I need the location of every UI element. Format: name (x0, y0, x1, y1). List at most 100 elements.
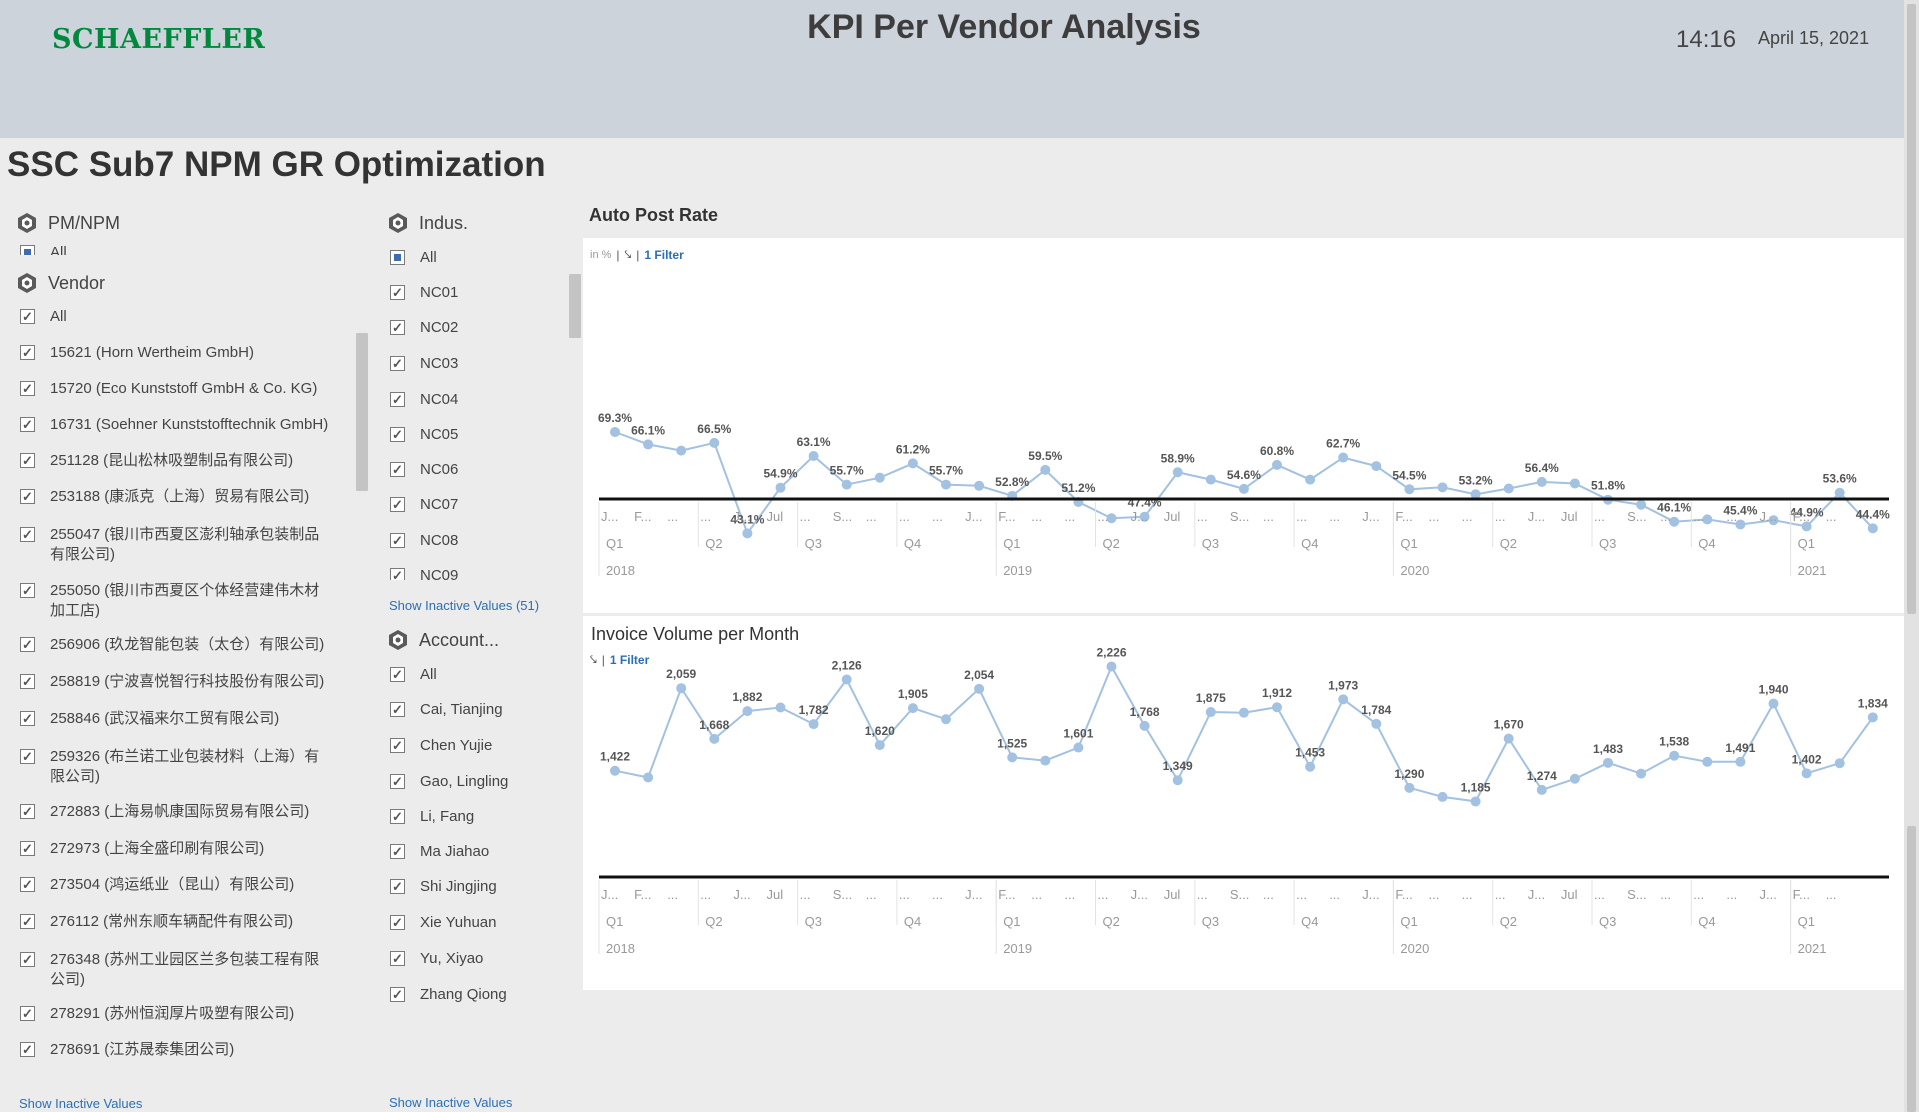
auto-post-data-point[interactable] (709, 437, 720, 448)
account-checkbox[interactable] (390, 842, 405, 862)
invoice-data-point[interactable] (1636, 768, 1647, 779)
vendor-checkbox[interactable] (20, 912, 35, 932)
auto-post-data-point[interactable] (1867, 523, 1878, 534)
auto-post-data-point[interactable] (1569, 478, 1580, 489)
vendor-option[interactable]: 259326 (布兰诺工业包装材料（上海）有限公司) (20, 747, 330, 787)
vendor-option[interactable]: 258846 (武汉福来尔工贸有限公司) (20, 709, 330, 729)
account-checkbox[interactable] (390, 772, 405, 792)
vendor-option[interactable]: 272973 (上海全盛印刷有限公司) (20, 839, 330, 859)
auto-post-data-point[interactable] (808, 451, 819, 462)
invoice-data-point[interactable] (1139, 720, 1150, 731)
invoice-data-point[interactable] (1371, 718, 1382, 729)
vendor-checkbox[interactable] (20, 1004, 35, 1024)
industry-checkbox[interactable] (390, 390, 405, 410)
invoice-data-point[interactable] (709, 733, 720, 744)
auto-post-data-point[interactable] (1404, 484, 1415, 495)
industry-checkbox[interactable] (390, 354, 405, 374)
auto-post-data-point[interactable] (742, 528, 753, 539)
industry-list-scrollbar[interactable] (569, 274, 581, 338)
vendor-checkbox[interactable] (20, 875, 35, 895)
invoice-data-point[interactable] (742, 706, 753, 717)
industry-option[interactable]: NC08 (390, 531, 458, 551)
auto-post-data-point[interactable] (643, 439, 654, 450)
vendor-checkbox[interactable] (20, 672, 35, 692)
vendor-option[interactable]: 276112 (常州东顺车辆配件有限公司) (20, 912, 330, 932)
auto-post-data-point[interactable] (1371, 461, 1382, 472)
page-scrollbar-thumb-lower[interactable] (1907, 826, 1916, 1112)
industry-option[interactable]: NC03 (390, 354, 458, 374)
account-option[interactable]: Li, Fang (390, 807, 474, 827)
vendor-checkbox[interactable] (20, 709, 35, 729)
invoice-data-point[interactable] (1801, 768, 1812, 779)
industry-checkbox[interactable] (390, 566, 405, 580)
vendor-option[interactable]: 278291 (苏州恒润厚片吸塑有限公司) (20, 1004, 330, 1024)
invoice-data-point[interactable] (643, 772, 654, 783)
invoice-data-point[interactable] (1536, 784, 1547, 795)
vendor-checkbox[interactable] (20, 747, 35, 767)
vendor-option[interactable]: 255050 (银川市西夏区个体经营建伟木材加工店) (20, 581, 330, 621)
invoice-data-point[interactable] (907, 703, 918, 714)
industry-option[interactable]: NC05 (390, 425, 458, 445)
invoice-data-point[interactable] (808, 719, 819, 730)
invoice-data-point[interactable] (1470, 796, 1481, 807)
industry-option[interactable]: NC04 (390, 390, 458, 410)
invoice-data-point[interactable] (1272, 702, 1282, 713)
invoice-data-point[interactable] (1040, 755, 1051, 766)
industry-option[interactable]: NC02 (390, 318, 458, 338)
vendor-checkbox[interactable] (20, 950, 35, 970)
vendor-checkbox[interactable] (20, 802, 35, 822)
industry-option[interactable]: All (390, 248, 437, 268)
industry-checkbox[interactable] (390, 495, 405, 515)
account-option[interactable]: Yu, Xiyao (390, 949, 483, 969)
invoice-data-point[interactable] (775, 702, 786, 713)
industry-option[interactable]: NC06 (390, 460, 458, 480)
invoice-data-point[interactable] (1569, 773, 1580, 784)
invoice-data-point[interactable] (1834, 758, 1845, 769)
invoice-data-point[interactable] (841, 674, 852, 685)
industry-checkbox[interactable] (390, 283, 405, 303)
account-option[interactable]: Zhang Qiong (390, 985, 507, 1005)
industry-checkbox[interactable] (390, 460, 405, 480)
auto-post-data-point[interactable] (1205, 474, 1216, 485)
auto-post-data-point[interactable] (974, 480, 985, 491)
invoice-data-point[interactable] (1702, 756, 1713, 767)
industry-option[interactable]: NC09 (390, 566, 458, 580)
auto-post-data-point[interactable] (874, 472, 885, 483)
account-option[interactable]: Gao, Lingling (390, 772, 508, 792)
auto-post-data-point[interactable] (1305, 474, 1316, 485)
industry-checkbox[interactable] (390, 250, 405, 265)
auto-post-data-point[interactable] (610, 427, 620, 438)
invoice-data-point[interactable] (1106, 661, 1117, 672)
auto-post-data-point[interactable] (941, 479, 951, 490)
invoice-data-point[interactable] (676, 683, 687, 694)
invoice-data-point[interactable] (1073, 742, 1084, 753)
account-show-inactive-link[interactable]: Show Inactive Values (389, 1095, 512, 1110)
auto-post-data-point[interactable] (841, 479, 852, 490)
industry-checkbox[interactable] (390, 531, 405, 551)
invoice-data-point[interactable] (1338, 694, 1349, 705)
account-option[interactable]: All (390, 665, 437, 685)
vendor-checkbox[interactable] (20, 1040, 35, 1060)
account-filter-header[interactable]: Account... (387, 629, 499, 651)
auto-post-data-point[interactable] (1437, 482, 1448, 493)
auto-post-data-point[interactable] (1834, 487, 1845, 498)
invoice-data-point[interactable] (1867, 712, 1878, 723)
industry-checkbox[interactable] (390, 425, 405, 445)
vendor-checkbox[interactable] (20, 839, 35, 859)
invoice-data-point[interactable] (941, 714, 951, 725)
auto-post-data-point[interactable] (775, 482, 786, 493)
vendor-show-inactive-link[interactable]: Show Inactive Values (19, 1096, 142, 1111)
vendor-checkbox[interactable] (20, 635, 35, 655)
auto-post-data-point[interactable] (1503, 483, 1514, 494)
account-option[interactable]: Shi Jingjing (390, 877, 497, 897)
account-checkbox[interactable] (390, 985, 405, 1005)
vendor-option[interactable]: 276348 (苏州工业园区兰多包装工程有限公司) (20, 950, 330, 990)
invoice-data-point[interactable] (1238, 707, 1249, 718)
account-option[interactable]: Xie Yuhuan (390, 913, 496, 933)
vendor-checkbox[interactable] (20, 581, 35, 601)
account-checkbox[interactable] (390, 877, 405, 897)
industry-checkbox[interactable] (390, 318, 405, 338)
account-checkbox[interactable] (390, 700, 405, 720)
page-scrollbar[interactable] (1904, 0, 1919, 1112)
industry-show-inactive-link[interactable]: Show Inactive Values (51) (389, 598, 539, 613)
